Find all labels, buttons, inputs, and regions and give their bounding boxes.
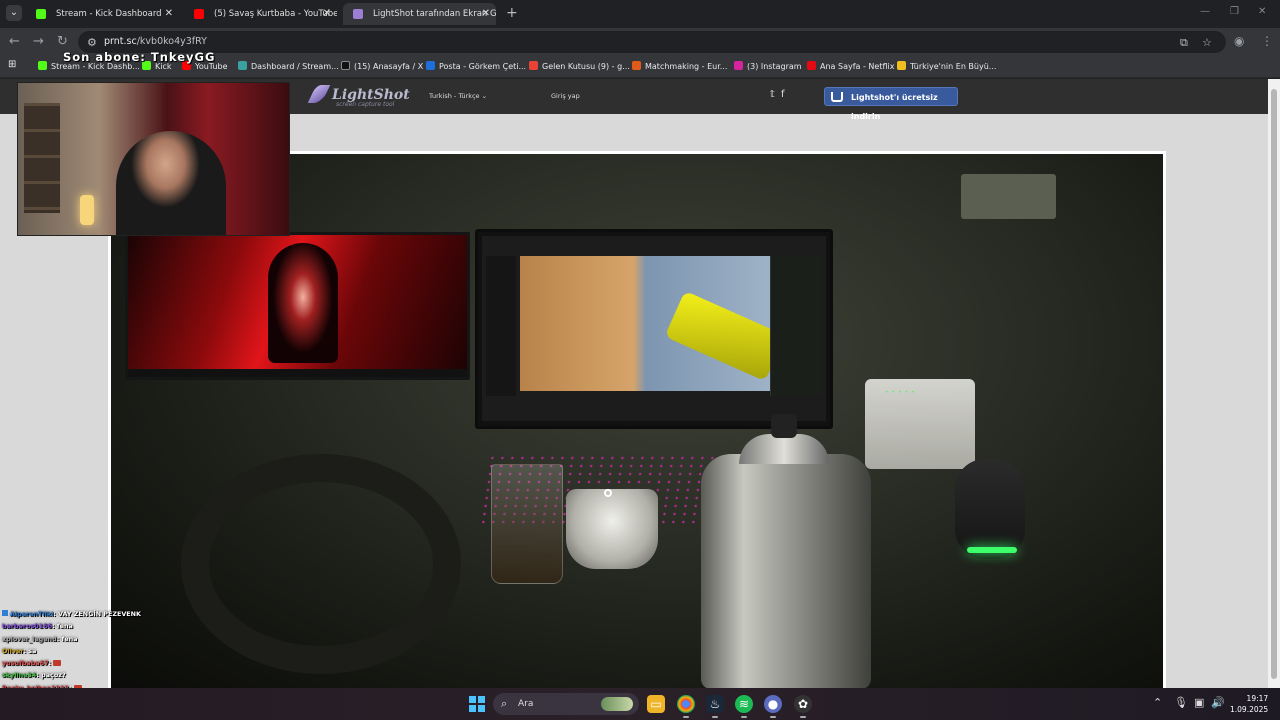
- bookmark-6[interactable]: Gelen Kutusu (9) - g...: [529, 61, 630, 71]
- microphone-icon[interactable]: 🎙: [1174, 696, 1188, 709]
- clock[interactable]: 19:17 1.09.2025: [1230, 693, 1268, 715]
- back-icon[interactable]: ←: [9, 34, 20, 49]
- tab-kick-dashboard[interactable]: Stream - Kick Dashboard ✕: [26, 3, 179, 25]
- emote-icon: [53, 660, 62, 667]
- kettle: [701, 414, 871, 688]
- twitter-icon[interactable]: 𝕥: [770, 89, 775, 100]
- tab-title: Stream - Kick Dashboard: [56, 9, 162, 19]
- obs-icon[interactable]: ●: [764, 695, 782, 718]
- lightshot-tagline: screen capture tool: [336, 101, 395, 108]
- router: •••••: [865, 379, 975, 469]
- tab-lightshot[interactable]: LightShot tarafından Ekran Görün ✕: [343, 3, 496, 25]
- bookmark-9[interactable]: Ana Sayfa - Netflix: [807, 61, 894, 71]
- tray-overflow-icon[interactable]: ⌃: [1153, 696, 1162, 709]
- gaming-mouse: [955, 459, 1025, 559]
- search-icon: ⌕: [501, 697, 508, 710]
- bookmark-3[interactable]: Dashboard / Stream...: [238, 61, 339, 71]
- forward-icon[interactable]: →: [33, 34, 44, 49]
- address-bar[interactable]: ⚙ prnt.sc/kvb0ko4y3fRY ⧉ ☆: [78, 31, 1226, 53]
- tab-youtube[interactable]: (5) Savaş Kurtbaba - YouTube ✕: [184, 3, 337, 25]
- tab-search-button[interactable]: ⌄: [6, 5, 22, 21]
- lightshot-icon: [353, 9, 363, 19]
- bookmark-8[interactable]: (3) Instagram: [734, 61, 802, 71]
- chat-message: AlperenTilki: VAY ZENGİN PEZEVENK: [2, 608, 202, 620]
- network-icon[interactable]: ▣: [1194, 696, 1204, 709]
- tab-strip: ⌄ Stream - Kick Dashboard ✕ (5) Savaş Ku…: [0, 0, 1280, 28]
- reload-icon[interactable]: ↻: [57, 34, 68, 49]
- chat-message: xplover_legend: fena: [2, 634, 78, 643]
- weather-widget-icon: [601, 697, 633, 711]
- close-icon[interactable]: ✕: [482, 3, 490, 25]
- new-tab-button[interactable]: +: [506, 5, 518, 21]
- quill-icon: [307, 85, 331, 103]
- restore-icon[interactable]: ❐: [1230, 6, 1239, 17]
- social-links: 𝕥 f: [770, 89, 785, 100]
- bookmark-10[interactable]: Türkiye'nin En Büyü...: [897, 61, 996, 71]
- platform-icon: [2, 610, 8, 616]
- chat-message: Oliver: sa: [2, 646, 37, 655]
- time: 19:17: [1246, 694, 1269, 703]
- menu-icon[interactable]: ⋮: [1261, 34, 1273, 48]
- left-monitor: [125, 232, 470, 380]
- date: 1.09.2025: [1230, 705, 1269, 714]
- tab-title: LightShot tarafından Ekran Görün: [373, 9, 496, 19]
- login-link[interactable]: Giriş yap: [551, 92, 580, 100]
- sugar-bowl: [566, 489, 658, 569]
- chat-message: barbaros0166: fena: [2, 622, 73, 631]
- url-text[interactable]: prnt.sc/kvb0ko4y3fRY: [104, 36, 207, 47]
- bookmark-5[interactable]: Posta - Görkem Çeti...: [426, 61, 526, 71]
- file-explorer-icon[interactable]: ▭: [647, 695, 665, 713]
- close-window-icon[interactable]: ✕: [1258, 6, 1266, 17]
- app-icon[interactable]: ✿: [794, 695, 812, 718]
- steam-icon[interactable]: ♨: [706, 695, 724, 718]
- scrollbar-thumb[interactable]: [1271, 89, 1277, 679]
- install-app-icon[interactable]: ⧉: [1180, 36, 1188, 50]
- headphones: [181, 454, 461, 674]
- profile-icon[interactable]: ◉: [1234, 34, 1244, 48]
- volume-icon[interactable]: 🔊: [1211, 696, 1225, 709]
- main-monitor: [475, 229, 833, 429]
- streamer: [116, 131, 226, 235]
- bookmark-7[interactable]: Matchmaking - Eur...: [632, 61, 727, 71]
- spotify-icon[interactable]: ≋: [735, 695, 753, 718]
- bookmark-4[interactable]: (15) Anasayfa / X: [341, 61, 423, 71]
- kick-icon: [36, 9, 46, 19]
- last-subscriber-text: Son abone: TnkeyGG: [63, 50, 216, 64]
- start-button[interactable]: [469, 696, 485, 712]
- scrollbar[interactable]: [1268, 79, 1280, 688]
- download-icon: [831, 92, 843, 102]
- apps-grid-icon[interactable]: ⊞: [8, 59, 16, 70]
- webcam-overlay: [17, 82, 290, 236]
- tab-title: (5) Savaş Kurtbaba - YouTube: [214, 9, 337, 19]
- bookmark-star-icon[interactable]: ☆: [1202, 36, 1212, 49]
- windows-taskbar: ⌕ Ara ▭ ♨ ≋ ● ✿ ⌃ 🎙 ▣ 🔊 19:17 1.09.2025: [0, 688, 1280, 720]
- chrome-icon[interactable]: [677, 695, 695, 718]
- close-icon[interactable]: ✕: [323, 3, 331, 25]
- youtube-icon: [194, 9, 204, 19]
- site-info-icon[interactable]: ⚙: [87, 36, 97, 49]
- taskbar-search[interactable]: ⌕ Ara: [493, 693, 639, 715]
- language-select[interactable]: Turkish - Türkçe ⌄: [429, 92, 487, 100]
- wall-outlet: [961, 174, 1056, 219]
- facebook-icon[interactable]: f: [781, 89, 785, 100]
- chat-message: skyline34: paçoz?: [2, 671, 66, 680]
- minimize-icon[interactable]: —: [1200, 6, 1210, 17]
- chat-message: yusufbaba67:: [2, 657, 202, 669]
- download-button[interactable]: Lightshot'ı ücretsiz indirin: [824, 87, 958, 121]
- close-icon[interactable]: ✕: [165, 3, 173, 25]
- tea-glass: [491, 464, 563, 584]
- mouse-cursor: [604, 489, 612, 497]
